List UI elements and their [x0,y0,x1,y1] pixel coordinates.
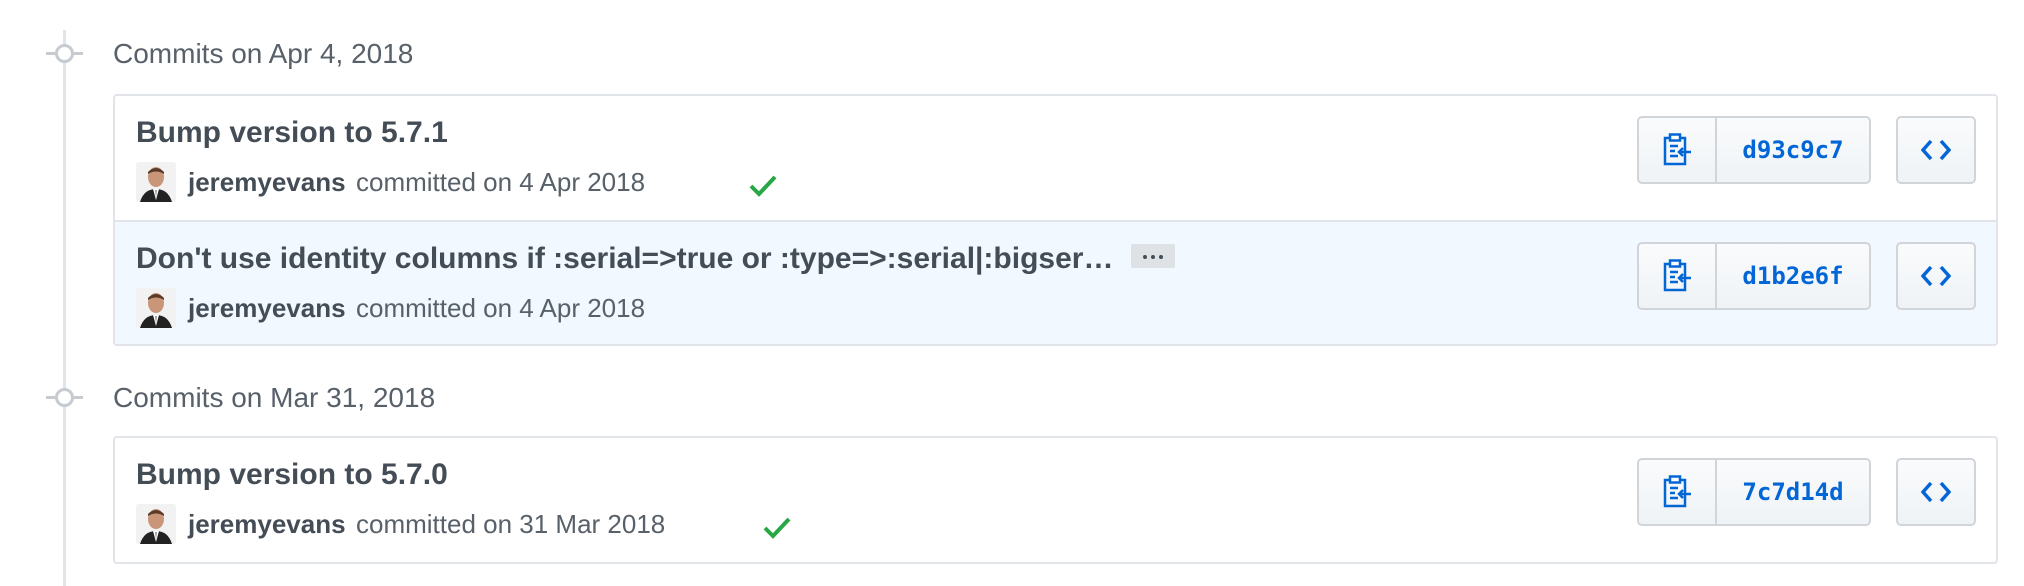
commit-date: committed on 31 Mar 2018 [356,509,666,539]
clippy-icon [1663,133,1691,166]
clippy-icon [1663,475,1691,508]
commit-author[interactable]: jeremyevans [188,167,346,198]
commit-row: Bump version to 5.7.0 jeremyevans commit… [115,438,1996,562]
commit-author[interactable]: jeremyevans [188,509,346,540]
git-commit-icon [55,44,74,63]
commit-sha-link[interactable]: 7c7d14d [1717,460,1869,524]
check-icon[interactable] [748,170,778,200]
avatar[interactable] [136,162,176,202]
ellipsis-icon[interactable] [1131,244,1176,269]
browse-repo-button[interactable] [1896,242,1976,310]
commit-group-header: Commits on Apr 4, 2018 [0,30,600,74]
check-icon[interactable] [762,512,792,542]
browse-repo-button[interactable] [1896,458,1976,526]
browse-repo-button[interactable] [1896,116,1976,184]
commit-list: Bump version to 5.7.0 jeremyevans commit… [113,436,1998,564]
commit-group-date: Commits on Mar 31, 2018 [113,382,436,413]
clippy-icon [1663,259,1691,292]
commit-group-header: Commits on Mar 31, 2018 [0,374,600,418]
avatar[interactable] [136,504,176,544]
code-icon [1921,481,1951,503]
commit-row: Bump version to 5.7.1 jeremyevans commit… [115,96,1996,220]
sha-button-group: d93c9c7 [1637,116,1871,184]
sha-button-group: d1b2e6f [1637,242,1871,310]
git-commit-icon [55,388,74,407]
commit-author[interactable]: jeremyevans [188,293,346,324]
timeline-line [63,30,66,586]
code-icon [1921,139,1951,161]
commit-sha-link[interactable]: d93c9c7 [1717,118,1869,182]
commit-row: Don't use identity columns if :serial=>t… [115,220,1996,344]
commit-list: Bump version to 5.7.1 jeremyevans commit… [113,94,1998,346]
commit-date: committed on 4 Apr 2018 [356,293,646,323]
commit-message[interactable]: Don't use identity columns if :serial=>t… [136,242,1113,275]
copy-sha-button[interactable] [1639,460,1717,524]
code-icon [1921,265,1951,287]
commit-message-wrap: Don't use identity columns if :serial=>t… [136,242,1176,276]
commit-sha-link[interactable]: d1b2e6f [1717,244,1869,308]
copy-sha-button[interactable] [1639,244,1717,308]
sha-button-group: 7c7d14d [1637,458,1871,526]
commit-message[interactable]: Bump version to 5.7.0 [136,458,448,492]
commit-message[interactable]: Bump version to 5.7.1 [136,116,448,150]
commit-group-date: Commits on Apr 4, 2018 [113,38,414,69]
avatar[interactable] [136,288,176,328]
commit-date: committed on 4 Apr 2018 [356,167,646,197]
copy-sha-button[interactable] [1639,118,1717,182]
